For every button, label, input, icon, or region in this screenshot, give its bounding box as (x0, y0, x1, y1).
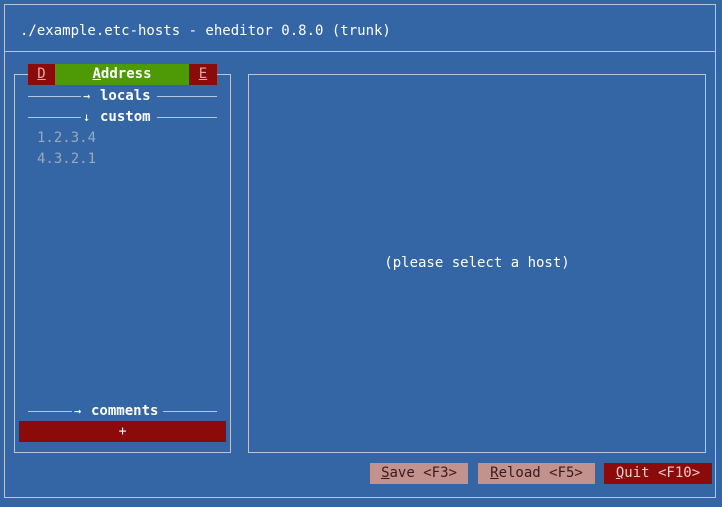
collapsed-arrow-icon: → (83, 89, 91, 103)
save-button[interactable]: Save <F3> (370, 463, 468, 484)
group-divider-right (157, 117, 217, 118)
collapsed-arrow-icon: → (74, 404, 82, 418)
group-divider-left (28, 117, 81, 118)
save-hotkey: S (381, 465, 390, 481)
edit-button[interactable]: E (189, 64, 217, 85)
group-divider-left (28, 96, 81, 97)
quit-button[interactable]: Quit <F10> (604, 463, 712, 484)
group-divider-right (163, 411, 217, 412)
group-divider-right (157, 96, 217, 97)
delete-button[interactable]: D (28, 64, 55, 85)
expanded-arrow-icon: ↓ (83, 110, 91, 124)
address-column-header[interactable]: Address (55, 64, 189, 85)
group-locals[interactable]: → locals (28, 87, 217, 105)
group-label-locals: locals (100, 88, 151, 104)
address-label: ddress (100, 66, 152, 82)
add-host-button[interactable]: + (19, 421, 226, 442)
quit-label: uit <F10> (624, 465, 701, 481)
group-comments[interactable]: → comments (28, 402, 217, 420)
title-divider (5, 51, 715, 52)
group-label-comments: comments (91, 403, 159, 419)
host-list-item[interactable]: 4.3.2.1 (37, 150, 96, 168)
group-custom[interactable]: ↓ custom (28, 108, 217, 126)
reload-button[interactable]: Reload <F5> (478, 463, 595, 484)
group-divider-left (28, 411, 72, 412)
reload-hotkey: R (490, 465, 499, 481)
address-hotkey: A (92, 66, 101, 82)
window-title: ./example.etc-hosts - eheditor 0.8.0 (tr… (20, 23, 391, 39)
terminal-screen: ./example.etc-hosts - eheditor 0.8.0 (tr… (0, 0, 722, 507)
save-label: ave <F3> (389, 465, 457, 481)
group-label-custom: custom (100, 109, 151, 125)
reload-label: eload <F5> (498, 465, 583, 481)
empty-selection-message: (please select a host) (384, 255, 570, 271)
host-list-item[interactable]: 1.2.3.4 (37, 129, 96, 147)
